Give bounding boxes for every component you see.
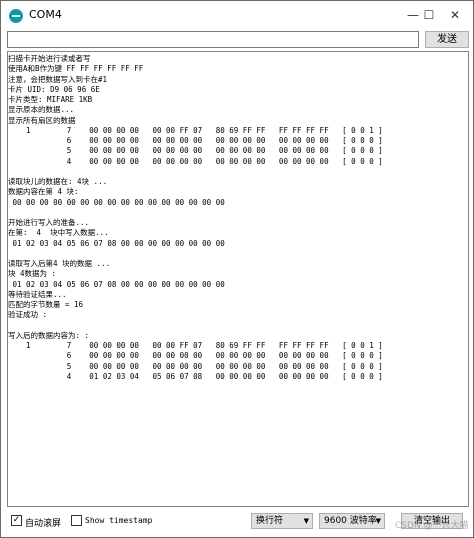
serial-line: 验证成功 : <box>8 310 48 320</box>
serial-line: 5 00 00 00 00 00 00 00 00 00 00 00 00 00… <box>8 361 383 371</box>
serial-line: 4 00 00 00 00 00 00 00 00 00 00 00 00 00… <box>8 156 383 166</box>
timestamp-checkbox[interactable] <box>71 515 82 526</box>
line-ending-value: 换行符 <box>256 516 284 526</box>
serial-line: 块 4数据为 : <box>8 269 57 279</box>
serial-output-area[interactable]: 扫描卡开始进行读或者写 使用A和B作为键 FF FF FF FF FF FF 注意，… <box>7 51 469 507</box>
serial-line: 01 02 03 04 05 06 07 08 00 00 00 00 00 0… <box>8 238 225 248</box>
timestamp-label: Show timestamp <box>85 516 153 525</box>
baud-rate-value: 9600 波特率 <box>324 516 377 526</box>
title-bar: COM4 — ☐ ✕ <box>1 1 473 29</box>
serial-line: 读取块儿的数据在: 4块 ... <box>8 177 108 186</box>
line-ending-select[interactable]: 换行符 ▼ <box>251 513 313 529</box>
serial-output-text: 扫描卡开始进行读或者写 使用A和B作为键 FF FF FF FF FF FF 注意，… <box>8 54 468 382</box>
serial-line: 6 00 00 00 00 00 00 00 00 00 00 00 00 00… <box>8 136 383 145</box>
close-button[interactable]: ✕ <box>435 1 474 29</box>
serial-line: 卡片类型: MIFARE 1KB <box>8 95 93 104</box>
serial-line: 01 02 03 04 05 06 07 08 00 00 00 00 00 0… <box>8 279 225 289</box>
serial-line: 写入后的数据内容为: : <box>8 330 90 340</box>
autoscroll-label: 自动滚屏 <box>25 519 62 529</box>
arduino-icon <box>9 9 23 23</box>
baud-rate-select[interactable]: 9600 波特率 ▼ <box>319 513 385 529</box>
serial-line: 显示原本的数据... <box>8 105 75 115</box>
serial-line <box>8 249 468 259</box>
serial-line: 6 00 00 00 00 00 00 00 00 00 00 00 00 00… <box>8 351 383 361</box>
watermark: CSDN @一只大喵 <box>395 521 469 531</box>
autoscroll-checkbox[interactable]: ✓ <box>11 515 22 526</box>
serial-line: 在第: 4 块中写入数据... <box>8 228 109 238</box>
chevron-down-icon: ▼ <box>375 517 381 525</box>
serial-line <box>8 208 468 218</box>
send-row: 发送 <box>7 31 469 49</box>
serial-line: 读取写入后第4 块的数据 ... <box>8 259 111 268</box>
serial-monitor-window: COM4 — ☐ ✕ 发送 扫描卡开始进行读或者写 使用A和B作为键 FF FF … <box>0 0 474 538</box>
serial-line: 显示所有扇区的数据 <box>8 115 76 125</box>
serial-line: 使用A和B作为键 FF FF FF FF FF FF <box>8 64 144 74</box>
serial-line: 1 7 00 00 00 00 00 00 FF 07 80 69 FF FF … <box>8 341 383 350</box>
serial-line: 1 7 00 00 00 00 00 00 FF 07 80 69 FF FF … <box>8 125 383 135</box>
serial-line: 卡片 UID: D9 06 96 6E <box>8 84 100 94</box>
serial-line: 匹配的字节数量 = 16 <box>8 300 84 309</box>
serial-line: 注意，会把数据写入到卡在#1 <box>8 74 108 84</box>
chevron-down-icon: ▼ <box>303 517 309 525</box>
checkmark-icon: ✓ <box>12 515 21 525</box>
serial-line: 00 00 00 00 00 00 00 00 00 00 00 00 00 0… <box>8 197 225 207</box>
serial-line: 开始进行写入的准备... <box>8 218 90 227</box>
serial-line: 等待验证结果... <box>8 289 67 299</box>
window-title: COM4 <box>29 8 62 21</box>
send-input[interactable] <box>7 31 419 48</box>
serial-line <box>8 167 468 177</box>
serial-line: 4 01 02 03 04 05 06 07 08 00 00 00 00 00… <box>8 371 383 381</box>
send-button[interactable]: 发送 <box>425 31 469 48</box>
serial-line: 数据内容在第 4 块: <box>8 187 79 197</box>
serial-line: 扫描卡开始进行读或者写 <box>8 54 91 63</box>
serial-line: 5 00 00 00 00 00 00 00 00 00 00 00 00 00… <box>8 146 383 156</box>
serial-line <box>8 321 468 331</box>
